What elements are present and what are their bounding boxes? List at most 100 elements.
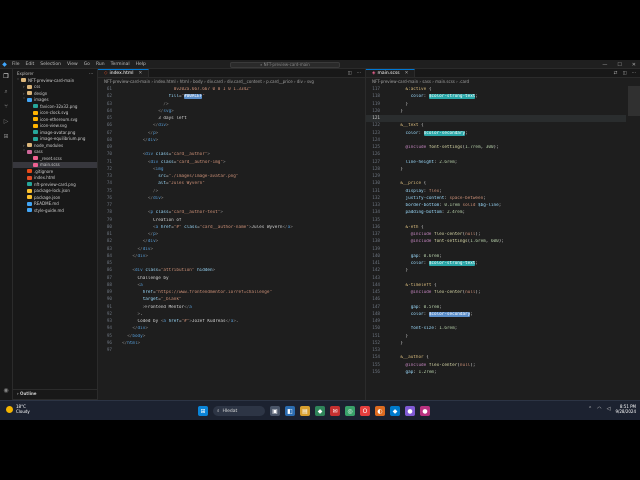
code-line[interactable]: 75 /> [98,188,359,195]
code-line[interactable]: 84 </div> [98,253,359,260]
code-line[interactable]: 71 <div class="card__author-img"> [98,159,359,166]
code-area-right[interactable]: 117 &:active {118 color: $color-strong-t… [366,86,626,412]
menu-help[interactable]: Help [136,62,146,67]
more-actions-icon[interactable]: ··· [357,71,361,76]
code-line[interactable]: 144 &-timeleft { [366,282,626,289]
source-control-icon[interactable]: ⑂ [2,102,11,111]
code-line[interactable]: 156 gap: 1.2rem; [366,369,626,376]
split-editor-icon[interactable]: ◫ [347,71,351,76]
code-line[interactable]: 63 /> [98,101,359,108]
account-icon[interactable]: ◉ [2,386,11,395]
code-line[interactable]: 128 } [366,166,626,173]
close-icon[interactable]: ✕ [632,62,636,68]
code-line[interactable]: 70 <div class="card__author"> [98,151,359,158]
code-line[interactable]: 92 >. [98,311,359,318]
file-explorer-icon[interactable]: ▤ [300,406,310,416]
code-line[interactable]: 95 </body> [98,333,359,340]
code-line[interactable]: 94 </div> [98,325,359,332]
tree-item[interactable]: style-guide.md [13,207,97,214]
menu-edit[interactable]: Edit [26,62,35,67]
code-line[interactable]: 66 </div> [98,122,359,129]
code-line[interactable]: 72 <img [98,166,359,173]
tab-index-html[interactable]: ◇ index.html ✕ [98,69,150,77]
menu-run[interactable]: Run [96,62,105,67]
code-line[interactable]: 126 [366,151,626,158]
split-editor-icon[interactable]: ◫ [622,71,626,76]
run-debug-icon[interactable]: ▷ [2,117,11,126]
code-line[interactable]: 64 </svg> [98,108,359,115]
code-line[interactable]: 62 fill="#00ACEF" [98,93,359,100]
more-actions-icon[interactable]: ··· [632,71,636,76]
code-line[interactable]: 127 line-height: 2.6rem; [366,159,626,166]
code-line[interactable]: 146 [366,296,626,303]
code-line[interactable]: 77 [98,202,359,209]
code-line[interactable]: 149 [366,318,626,325]
code-line[interactable]: 91 >Frontend Mentor</a [98,304,359,311]
code-line[interactable]: 93 Coded by <a href="#">Jozef Kudreas</a… [98,318,359,325]
code-line[interactable]: 138 @include font-settings(1.6rem, 600); [366,238,626,245]
minimap[interactable] [628,86,640,412]
app-icon[interactable]: ● [405,406,415,416]
code-line[interactable]: 61 0v202a.667.667 0 0 1 0 1.3342" [98,86,359,93]
code-line[interactable]: 89 href="https://www.frontendmentor.io?r… [98,289,359,296]
code-line[interactable]: 140 gap: 0.6rem; [366,253,626,260]
breadcrumb-left[interactable]: NFT-preview-card-main › index.html › htm… [98,78,365,85]
code-line[interactable]: 90 target="_blank" [98,296,359,303]
code-line[interactable]: 137 @include flex-center(null); [366,231,626,238]
code-line[interactable]: 132 justify-content: space-between; [366,195,626,202]
code-line[interactable]: 145 @include flex-center(null); [366,289,626,296]
code-line[interactable]: 124 [366,137,626,144]
code-line[interactable]: 125 @include font-settings(1.7rem, 300); [366,144,626,151]
extensions-icon[interactable]: ⊞ [2,132,11,141]
code-line[interactable]: 82 </div> [98,238,359,245]
outline-section[interactable]: › Outline [13,389,98,397]
minimize-icon[interactable]: — [602,62,607,68]
code-line[interactable]: 152 } [366,340,626,347]
code-line[interactable]: 147 gap: 0.5rem; [366,304,626,311]
maximize-icon[interactable]: ☐ [617,62,621,68]
code-line[interactable]: 85 [98,260,359,267]
code-line[interactable]: 129 [366,173,626,180]
code-line[interactable]: 135 [366,217,626,224]
close-icon[interactable]: ✕ [405,71,409,76]
breadcrumb-right[interactable]: NFT-preview-card-main › sass › main.scss… [366,78,640,85]
code-line[interactable]: 78 <p class="card__author-text"> [98,209,359,216]
explorer-icon[interactable]: ❐ [2,72,11,81]
code-line[interactable]: 120 } [366,108,626,115]
tab-main-scss[interactable]: ◈ main.scss ✕ [366,69,416,77]
code-line[interactable]: 134 padding-bottom: 2.4rem; [366,209,626,216]
vscode-icon[interactable]: ◆ [390,406,400,416]
code-line[interactable]: 131 display: flex; [366,188,626,195]
code-line[interactable]: 150 font-size: 1.6rem; [366,325,626,332]
code-line[interactable]: 119 } [366,101,626,108]
chrome-icon[interactable]: ◎ [345,406,355,416]
code-line[interactable]: 142 } [366,267,626,274]
code-line[interactable]: 67 </p> [98,130,359,137]
firefox-icon[interactable]: ◐ [375,406,385,416]
menu-selection[interactable]: Selection [40,62,61,67]
mail-icon[interactable]: ✉ [330,406,340,416]
code-line[interactable]: 117 &:active { [366,86,626,93]
code-line[interactable]: 153 [366,347,626,354]
command-center-search[interactable]: ⌕ NFT-preview-card-main [230,61,340,68]
code-line[interactable]: 136 &-eth { [366,224,626,231]
code-line[interactable]: 133 border-bottom: 0.1rem solid $bg-line… [366,202,626,209]
code-line[interactable]: 154 &__author { [366,354,626,361]
code-line[interactable]: 73 src="./images/image-avatar.png" [98,173,359,180]
search-icon[interactable]: ⌕ [2,87,11,96]
minimap-slider[interactable] [628,86,640,116]
taskbar-search[interactable]: ⌕ Hledat [213,406,265,416]
code-line[interactable]: 96 </html> [98,340,359,347]
code-line[interactable]: 139 [366,246,626,253]
code-line[interactable]: 80 <a href="#" class="card__author-name"… [98,224,359,231]
code-area-left[interactable]: 61 0v202a.667.667 0 0 1 0 1.3342" 62 fill… [98,86,359,412]
start-icon[interactable]: ⊞ [198,406,208,416]
task-view-icon[interactable]: ▣ [270,406,280,416]
volume-icon[interactable]: ◁ [607,406,611,412]
code-line[interactable]: 79 Creation of [98,217,359,224]
code-line[interactable]: 143 [366,275,626,282]
more-actions-icon[interactable]: ··· [89,71,93,76]
code-line[interactable]: 97 [98,347,359,354]
menu-terminal[interactable]: Terminal [111,62,130,67]
code-line[interactable]: 87 Challenge by [98,275,359,282]
